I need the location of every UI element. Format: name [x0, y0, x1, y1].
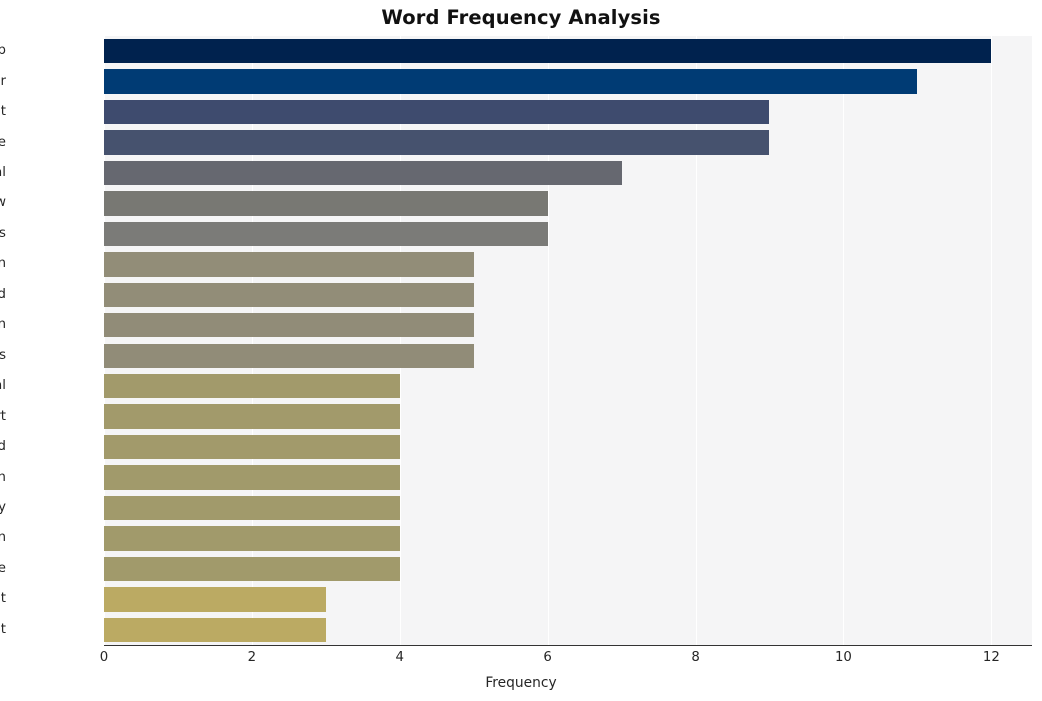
y-tick-label: federal [0, 165, 6, 181]
y-tick-label: cut [0, 621, 6, 637]
x-axis-title: Frequency [485, 675, 557, 691]
y-tick-label: appeal [0, 378, 6, 394]
x-tick-label: 6 [543, 650, 552, 665]
y-tick-label: second [0, 439, 6, 455]
y-tick-label: foreign [0, 530, 6, 546]
x-axis-line [104, 645, 1032, 646]
y-tick-label: children [0, 256, 6, 272]
y-tick-label: canadian [0, 317, 6, 333]
y-axis-tick-labels: citizenship bear government rule federal law c… [0, 0, 1042, 701]
y-tick-label: government [0, 104, 6, 120]
y-tick-label: rule [0, 134, 6, 150]
y-tick-label: canadians [0, 225, 6, 241]
x-tick-label: 10 [834, 650, 852, 665]
chart-figure: Word Frequency Analysis citizenshipbearg… [0, 0, 1042, 701]
x-tick-label: 12 [982, 650, 1000, 665]
y-tick-label: citizenship [0, 43, 6, 59]
y-tick-label: law [0, 195, 6, 211]
y-tick-label: act [0, 591, 6, 607]
x-tick-label: 0 [99, 650, 109, 665]
y-tick-label: choudhry [0, 499, 6, 515]
y-tick-label: create [0, 560, 6, 576]
y-tick-label: citizens [0, 347, 6, 363]
x-tick-label: 8 [691, 650, 700, 665]
y-tick-label: generation [0, 469, 6, 485]
x-tick-label: 4 [395, 650, 404, 665]
y-tick-label: abroad [0, 286, 6, 302]
y-tick-label: bear [0, 73, 6, 89]
y-tick-label: court [0, 408, 6, 424]
x-tick-label: 2 [247, 650, 257, 665]
